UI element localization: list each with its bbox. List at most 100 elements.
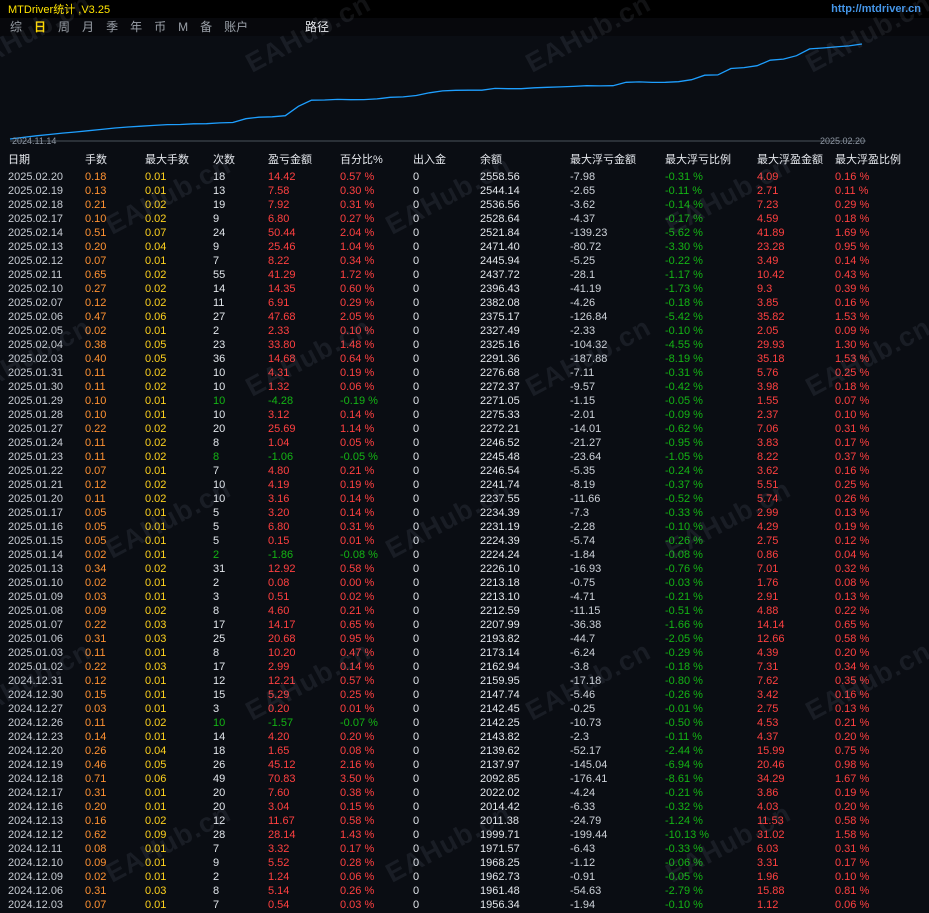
cell-max-float-profit-ratio: 0.39 % — [835, 283, 870, 295]
cell-max-float-loss: -2.01 — [570, 409, 596, 421]
cell-count: 28 — [213, 829, 226, 841]
cell-date: 2025.01.16 — [8, 521, 64, 533]
cell-max-float-loss-ratio: -0.31 % — [665, 171, 703, 183]
cell-count: 2 — [213, 325, 220, 337]
menu-item-nian[interactable]: 年 — [130, 18, 142, 36]
cell-max-lots: 0.02 — [145, 437, 167, 449]
cell-max-float-loss-ratio: -0.14 % — [665, 199, 703, 211]
cell-cash-flow: 0 — [413, 227, 420, 239]
cell-max-float-loss-ratio: -0.09 % — [665, 409, 703, 421]
cell-cash-flow: 0 — [413, 423, 420, 435]
cell-date: 2025.01.31 — [8, 367, 64, 379]
menu-item-ri[interactable]: 日 — [34, 18, 46, 36]
cell-profit: 4.80 — [268, 465, 290, 477]
cell-max-float-loss-ratio: -0.18 % — [665, 297, 703, 309]
cell-percent: 0.65 % — [340, 619, 375, 631]
cell-max-float-profit: 35.82 — [757, 311, 785, 323]
cell-lots: 0.14 — [85, 731, 107, 743]
cell-max-float-profit-ratio: 0.10 % — [835, 409, 870, 421]
menu-item-ji[interactable]: 季 — [106, 18, 118, 36]
cell-balance: 2173.14 — [480, 647, 520, 659]
cell-profit: 7.58 — [268, 185, 290, 197]
cell-balance: 2276.68 — [480, 367, 520, 379]
menu-item-yue[interactable]: 月 — [82, 18, 94, 36]
cell-max-float-loss: -6.43 — [570, 843, 596, 855]
cell-cash-flow: 0 — [413, 241, 420, 253]
cell-lots: 0.20 — [85, 801, 107, 813]
menu-item-zong[interactable]: 综 — [10, 18, 22, 36]
cell-balance: 1961.48 — [480, 885, 520, 897]
cell-percent: -0.19 % — [340, 395, 378, 407]
app-title: MTDriver统计 ,V3.25 — [8, 4, 111, 16]
cell-balance: 2226.10 — [480, 563, 520, 575]
cell-max-float-profit: 4.53 — [757, 717, 779, 729]
cell-max-float-profit-ratio: 0.07 % — [835, 395, 870, 407]
cell-date: 2025.01.09 — [8, 591, 64, 603]
table-row: 2025.02.20 0.18 0.01 18 14.42 0.57 % 0 2558.56 -… — [0, 170, 929, 184]
cell-balance: 2011.38 — [480, 815, 519, 827]
menu-item-bei[interactable]: 备 — [200, 18, 212, 36]
cell-lots: 0.11 — [85, 493, 106, 505]
cell-max-float-loss-ratio: -1.73 % — [665, 283, 703, 295]
cell-count: 25 — [213, 633, 226, 645]
cell-lots: 0.05 — [85, 521, 107, 533]
cell-max-lots: 0.05 — [145, 339, 167, 351]
cell-balance: 2213.18 — [480, 577, 520, 589]
cell-max-float-loss: -5.46 — [570, 689, 596, 701]
cell-cash-flow: 0 — [413, 899, 420, 911]
cell-max-float-profit-ratio: 1.30 % — [835, 339, 870, 351]
cell-profit: -1.57 — [268, 717, 294, 729]
table-row: 2025.01.27 0.22 0.02 20 25.69 1.14 % 0 2272.21 -… — [0, 422, 929, 436]
cell-max-float-loss-ratio: -0.26 % — [665, 689, 703, 701]
cell-max-float-loss: -139.23 — [570, 227, 608, 239]
cell-max-float-loss: -104.32 — [570, 339, 608, 351]
cell-max-float-profit: 34.29 — [757, 773, 785, 785]
cell-max-lots: 0.01 — [145, 465, 167, 477]
cell-max-float-loss: -4.37 — [570, 213, 596, 225]
cell-max-lots: 0.02 — [145, 367, 167, 379]
cell-profit: 0.51 — [268, 591, 290, 603]
cell-max-lots: 0.02 — [145, 605, 167, 617]
cell-count: 8 — [213, 451, 220, 463]
path-button[interactable]: 路径 — [305, 18, 329, 36]
cell-max-float-loss: -7.11 — [570, 367, 595, 379]
cell-cash-flow: 0 — [413, 507, 420, 519]
cell-max-float-profit: 15.99 — [757, 745, 785, 757]
cell-max-lots: 0.01 — [145, 171, 167, 183]
cell-cash-flow: 0 — [413, 703, 420, 715]
cell-date: 2025.01.13 — [8, 563, 64, 575]
cell-date: 2025.02.13 — [8, 241, 64, 253]
cell-balance: 2275.33 — [480, 409, 520, 421]
cell-max-lots: 0.02 — [145, 451, 167, 463]
cell-percent: 2.05 % — [340, 311, 375, 323]
menu-item-bi[interactable]: 币 — [154, 18, 166, 36]
cell-percent: 0.15 % — [340, 801, 375, 813]
cell-max-float-profit-ratio: 0.04 % — [835, 549, 870, 561]
site-link[interactable]: http://mtdriver.cn — [831, 3, 921, 15]
cell-count: 12 — [213, 815, 226, 827]
cell-percent: 0.19 % — [340, 367, 375, 379]
cell-lots: 0.51 — [85, 227, 107, 239]
cell-max-float-profit: 20.46 — [757, 759, 785, 771]
menu-item-zhou[interactable]: 周 — [58, 18, 70, 36]
cell-max-float-profit-ratio: 0.35 % — [835, 675, 870, 687]
cell-lots: 0.18 — [85, 171, 107, 183]
cell-profit: 5.29 — [268, 689, 290, 701]
cell-percent: 0.31 % — [340, 521, 375, 533]
menu-item-m[interactable]: M — [178, 18, 188, 36]
column-header-count: 次数 — [213, 154, 235, 166]
cell-lots: 0.11 — [85, 381, 106, 393]
table-row: 2024.12.09 0.02 0.01 2 1.24 0.06 % 0 1962.73 -0.… — [0, 870, 929, 884]
cell-max-lots: 0.05 — [145, 759, 167, 771]
cell-max-float-loss-ratio: -0.11 % — [665, 185, 703, 197]
cell-percent: 0.14 % — [340, 493, 375, 505]
cell-max-lots: 0.09 — [145, 829, 167, 841]
menu-item-zhanghu[interactable]: 账户 — [224, 18, 248, 36]
cell-profit: 20.68 — [268, 633, 296, 645]
table-row: 2025.01.06 0.31 0.03 25 20.68 0.95 % 0 2193.82 -… — [0, 632, 929, 646]
cell-count: 17 — [213, 619, 226, 631]
cell-max-float-loss: -36.38 — [570, 619, 602, 631]
cell-max-float-profit: 5.51 — [757, 479, 779, 491]
cell-cash-flow: 0 — [413, 647, 420, 659]
cell-cash-flow: 0 — [413, 255, 420, 267]
